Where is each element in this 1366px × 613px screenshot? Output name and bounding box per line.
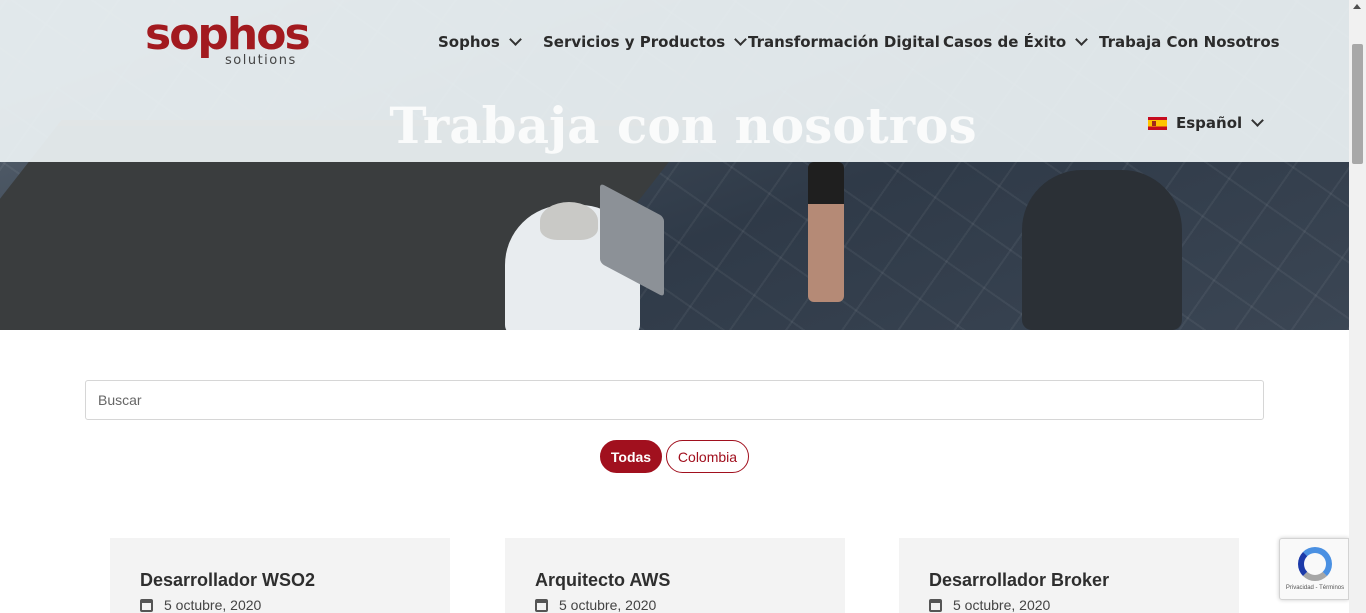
nav-item-label: Sophos — [438, 33, 500, 51]
hero-person-walking — [808, 162, 844, 302]
page-scrollbar[interactable] — [1349, 0, 1366, 613]
job-date: 5 octubre, 2020 — [929, 597, 1050, 613]
job-title[interactable]: Desarrollador Broker — [929, 570, 1109, 591]
recaptcha-links[interactable]: Privacidad - Términos — [1280, 585, 1350, 591]
main-nav: Sophos Servicios y Productos Transformac… — [0, 30, 1349, 54]
job-date: 5 octubre, 2020 — [140, 597, 261, 613]
nav-item-servicios-productos[interactable]: Servicios y Productos — [543, 30, 748, 54]
chevron-down-icon — [508, 32, 522, 46]
calendar-icon — [535, 598, 548, 612]
filter-colombia-button[interactable]: Colombia — [666, 440, 749, 473]
calendar-icon — [929, 598, 942, 612]
search-input[interactable] — [85, 380, 1264, 420]
job-title[interactable]: Desarrollador WSO2 — [140, 570, 315, 591]
scroll-up-arrow-icon[interactable] — [1353, 4, 1361, 9]
nav-item-label: Trabaja Con Nosotros — [1099, 33, 1280, 51]
nav-item-label: Servicios y Productos — [543, 33, 726, 51]
nav-item-sophos[interactable]: Sophos — [438, 30, 522, 54]
careers-page: sophos solutions Sophos Servicios y Prod… — [0, 0, 1366, 613]
page-title: Trabaja con nosotros — [389, 96, 977, 155]
job-card[interactable]: Desarrollador Broker 5 octubre, 2020 — [899, 538, 1239, 613]
hero-person-hair — [540, 202, 598, 240]
calendar-icon — [140, 598, 153, 612]
job-card[interactable]: Arquitecto AWS 5 octubre, 2020 — [505, 538, 845, 613]
recaptcha-badge[interactable]: Privacidad - Términos — [1279, 538, 1349, 600]
chevron-down-icon — [734, 32, 748, 46]
job-date: 5 octubre, 2020 — [535, 597, 656, 613]
job-date-text: 5 octubre, 2020 — [953, 597, 1051, 613]
chevron-down-icon — [1075, 32, 1089, 46]
nav-item-label: Casos de Éxito — [943, 33, 1067, 51]
filter-todas-button[interactable]: Todas — [600, 440, 662, 473]
job-title[interactable]: Arquitecto AWS — [535, 570, 670, 591]
job-card[interactable]: Desarrollador WSO2 5 octubre, 2020 — [110, 538, 450, 613]
nav-item-label: Transformación Digital — [748, 33, 940, 51]
nav-item-casos-exito[interactable]: Casos de Éxito — [943, 30, 1089, 54]
nav-item-transformacion-digital[interactable]: Transformación Digital — [748, 30, 940, 54]
job-date-text: 5 octubre, 2020 — [559, 597, 657, 613]
scroll-thumb[interactable] — [1352, 44, 1363, 164]
nav-item-trabaja-con-nosotros[interactable]: Trabaja Con Nosotros — [1099, 30, 1280, 54]
logo-tagline: solutions — [225, 53, 297, 68]
job-date-text: 5 octubre, 2020 — [164, 597, 262, 613]
recaptcha-icon — [1298, 547, 1332, 581]
hero-person-suit — [1022, 170, 1182, 330]
